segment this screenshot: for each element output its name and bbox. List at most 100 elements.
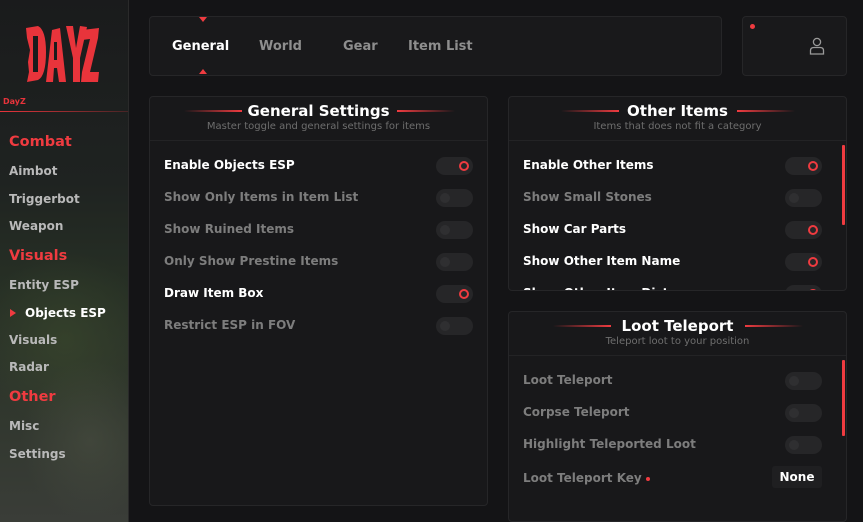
toggle-knob [789, 408, 799, 418]
toggle-knob [459, 161, 469, 171]
tab-indicator-bottom-icon [199, 69, 207, 74]
sidebar-item-weapon[interactable]: Weapon [9, 219, 63, 233]
tab-general[interactable]: General [172, 39, 229, 54]
setting-label: Show Other Item Distance [523, 286, 700, 290]
setting-row-show-ruined-items: Show Ruined Items [164, 221, 484, 239]
toggle-switch[interactable] [436, 317, 473, 335]
setting-label: Show Car Parts [523, 222, 627, 236]
sidebar-item-settings[interactable]: Settings [9, 447, 66, 461]
title-decoration [397, 110, 455, 112]
tab-item-list[interactable]: Item List [408, 39, 473, 54]
setting-label: Highlight Teleported Loot [523, 437, 696, 451]
notification-dot [750, 24, 755, 29]
toggle-switch[interactable] [785, 253, 822, 271]
toggle-switch[interactable] [785, 157, 822, 175]
panel-header: General Settings Master toggle and gener… [150, 97, 487, 141]
setting-row-corpse-teleport: Corpse Teleport [523, 404, 843, 422]
panel-header: Other Items Items that does not fit a ca… [509, 97, 846, 141]
other-items-panel: Other Items Items that does not fit a ca… [508, 96, 847, 291]
toggle-knob [440, 225, 450, 235]
setting-label: Corpse Teleport [523, 405, 630, 419]
setting-row-highlight-teleported-loot: Highlight Teleported Loot [523, 436, 843, 454]
toggle-knob [808, 289, 818, 290]
toggle-knob [789, 193, 799, 203]
toggle-switch[interactable] [785, 221, 822, 239]
toggle-switch[interactable] [785, 372, 822, 390]
sidebar-item-radar[interactable]: Radar [9, 360, 49, 374]
panel-header: Loot Teleport Teleport loot to your posi… [509, 312, 846, 356]
brand-caption: DayZ [3, 97, 26, 106]
setting-label: Enable Other Items [523, 158, 654, 172]
toggle-knob [808, 225, 818, 235]
setting-row-show-other-item-name: Show Other Item Name [523, 253, 843, 271]
active-indicator-icon [10, 309, 16, 317]
tab-indicator-top-icon [199, 17, 207, 22]
scrollbar[interactable] [842, 360, 845, 436]
sidebar-item-aimbot[interactable]: Aimbot [9, 164, 57, 178]
setting-label: Enable Objects ESP [164, 158, 295, 172]
setting-row-show-small-stones: Show Small Stones [523, 189, 843, 207]
scrollbar[interactable] [842, 145, 845, 225]
tab-gear[interactable]: Gear [343, 39, 378, 54]
toggle-switch[interactable] [436, 221, 473, 239]
setting-row-show-only-items-in-item-list: Show Only Items in Item List [164, 189, 484, 207]
sidebar-item-misc[interactable]: Misc [9, 419, 39, 433]
panel-subtitle: Items that does not fit a category [593, 121, 762, 132]
toggle-knob [440, 257, 450, 267]
panel-subtitle: Master toggle and general settings for i… [206, 121, 431, 132]
keybind-button[interactable]: None [772, 466, 822, 488]
dayz-logo [26, 26, 99, 82]
sidebar-item-visuals[interactable]: Visuals [9, 333, 57, 347]
sidebar-category-other: Other [9, 389, 56, 405]
setting-label: Show Only Items in Item List [164, 190, 359, 204]
toggle-switch[interactable] [436, 253, 473, 271]
toggle-knob [808, 161, 818, 171]
panel-subtitle: Teleport loot to your position [605, 336, 750, 347]
toggle-switch[interactable] [785, 436, 822, 454]
tab-world[interactable]: World [259, 39, 302, 54]
keybind-label: Loot Teleport Key [523, 471, 642, 485]
toggle-switch[interactable] [436, 157, 473, 175]
sidebar-item-triggerbot[interactable]: Triggerbot [9, 192, 80, 206]
toggle-knob [789, 376, 799, 386]
setting-label: Show Ruined Items [164, 222, 295, 236]
setting-label: Loot Teleport [523, 373, 613, 387]
toggle-switch[interactable] [785, 285, 822, 290]
sidebar-item-objects-esp[interactable]: Objects ESP [25, 306, 106, 320]
toggle-knob [789, 440, 799, 450]
sidebar-item-entity-esp[interactable]: Entity ESP [9, 278, 79, 292]
divider [0, 111, 128, 112]
setting-label: Show Other Item Name [523, 254, 681, 268]
general-settings-panel: General Settings Master toggle and gener… [149, 96, 488, 506]
loot-teleport-panel: Loot Teleport Teleport loot to your posi… [508, 311, 847, 522]
toggle-knob [808, 257, 818, 267]
toggle-knob [459, 289, 469, 299]
setting-row-show-other-item-distance: Show Other Item Distance [523, 285, 843, 290]
setting-label: Show Small Stones [523, 190, 652, 204]
setting-row-enable-objects-esp: Enable Objects ESP [164, 157, 484, 175]
sidebar-category-combat: Combat [9, 134, 72, 150]
panel-title: Other Items [627, 102, 728, 120]
sidebar: DayZ Combat Aimbot Triggerbot Weapon Vis… [0, 0, 129, 522]
toggle-switch[interactable] [436, 285, 473, 303]
setting-label: Draw Item Box [164, 286, 264, 300]
setting-row-loot-teleport: Loot Teleport [523, 372, 843, 390]
setting-label: Restrict ESP in FOV [164, 318, 296, 332]
toggle-switch[interactable] [785, 189, 822, 207]
toggle-knob [440, 193, 450, 203]
user-icon[interactable] [809, 37, 825, 55]
setting-label: Only Show Prestine Items [164, 254, 339, 268]
tab-bar: General World Gear Item List [149, 16, 722, 76]
setting-row-enable-other-items: Enable Other Items [523, 157, 843, 175]
toggle-knob [440, 321, 450, 331]
user-box [742, 16, 847, 76]
title-decoration [745, 325, 803, 327]
setting-row-restrict-esp-in-fov: Restrict ESP in FOV [164, 317, 484, 335]
setting-row-show-car-parts: Show Car Parts [523, 221, 843, 239]
setting-row-only-show-prestine-items: Only Show Prestine Items [164, 253, 484, 271]
toggle-switch[interactable] [436, 189, 473, 207]
title-decoration [737, 110, 795, 112]
sidebar-category-visuals: Visuals [9, 248, 68, 264]
keybind-indicator-dot [646, 477, 650, 481]
toggle-switch[interactable] [785, 404, 822, 422]
